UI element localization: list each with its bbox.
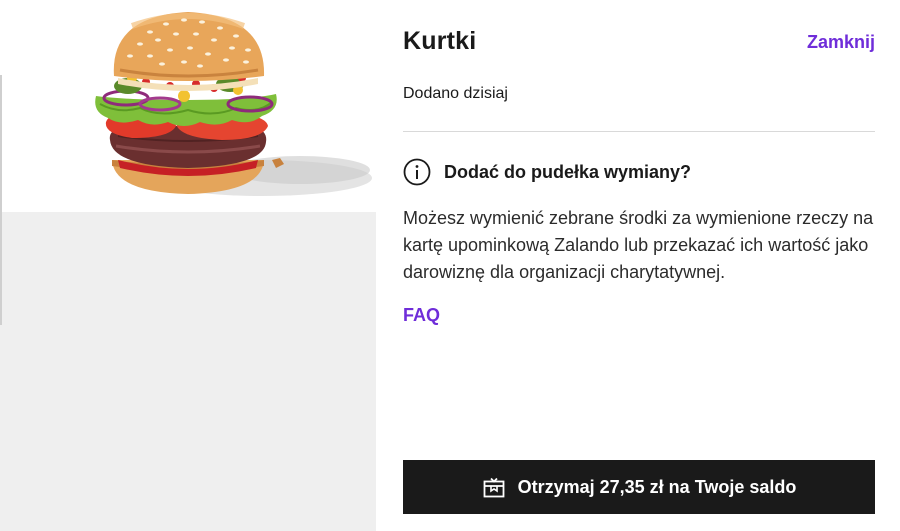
get-balance-button[interactable]: Otrzymaj 27,35 zł na Twoje saldo — [403, 460, 875, 514]
product-image — [0, 0, 376, 212]
close-link[interactable]: Zamknij — [807, 32, 875, 53]
product-details-panel: Kurtki Zamknij Dodano dzisiaj Dodać do p… — [403, 0, 875, 531]
product-media-panel — [0, 0, 376, 531]
panel-edge — [0, 75, 2, 325]
gift-box-icon — [482, 475, 506, 499]
info-icon — [403, 158, 431, 186]
burger-image — [95, 12, 372, 196]
exchange-heading-row: Dodać do pudełka wymiany? — [403, 158, 691, 186]
faq-link[interactable]: FAQ — [403, 305, 440, 326]
divider — [403, 131, 875, 132]
added-date-label: Dodano dzisiaj — [403, 85, 508, 102]
exchange-description: Możesz wymienić zebrane środki za wymien… — [403, 208, 874, 282]
product-title: Kurtki — [403, 27, 477, 55]
get-balance-label: Otrzymaj 27,35 zł na Twoje saldo — [517, 476, 797, 497]
exchange-heading: Dodać do pudełka wymiany? — [444, 161, 692, 182]
